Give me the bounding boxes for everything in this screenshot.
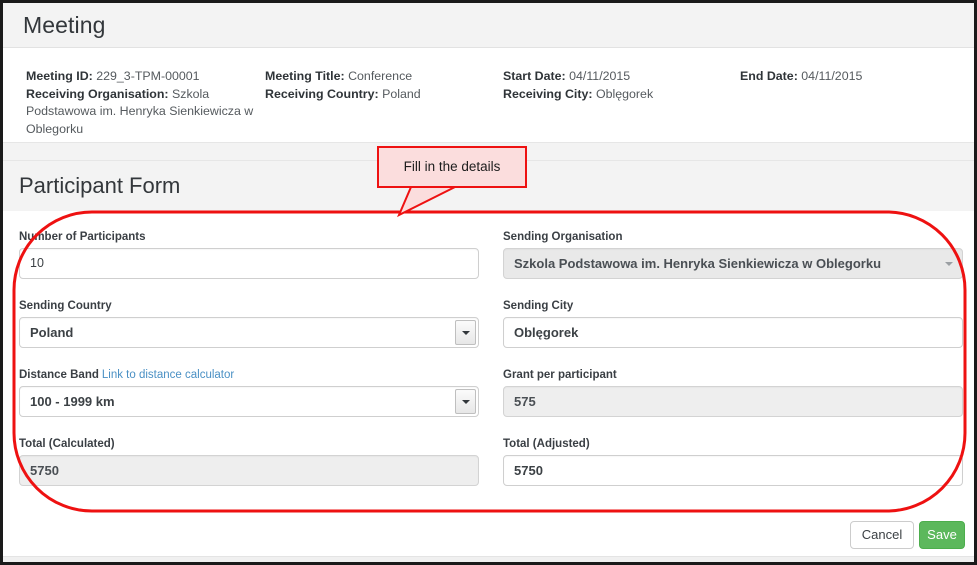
grant-per-participant-input: 575: [503, 386, 963, 417]
callout-text: Fill in the details: [403, 159, 501, 174]
sending-city-input[interactable]: Oblęgorek: [503, 317, 963, 348]
receiving-city-line: Receiving City: Oblęgorek: [503, 86, 733, 104]
receiving-city-value: Oblęgorek: [595, 86, 654, 101]
distance-band-label: Distance Band Link to distance calculator: [19, 368, 479, 382]
chevron-down-icon[interactable]: [455, 389, 476, 414]
field-sending-city: Sending City Oblęgorek: [503, 299, 963, 348]
receiving-city-label: Receiving City:: [503, 86, 593, 101]
start-date-value: 04/11/2015: [569, 69, 631, 83]
number-of-participants-label: Number of Participants: [19, 231, 146, 243]
meeting-info-column-2: Meeting Title: Conference Receiving Coun…: [265, 68, 497, 103]
start-date-label: Start Date:: [503, 69, 566, 83]
chevron-down-icon: [945, 261, 953, 266]
end-date-label: End Date:: [740, 69, 798, 83]
total-adjusted-input[interactable]: 5750: [503, 455, 963, 486]
sending-country-label: Sending Country: [19, 300, 112, 312]
meeting-title-value: Conference: [348, 69, 413, 83]
receiving-organisation-line: Receiving Organisation: Szkola Podstawow…: [26, 86, 254, 139]
receiving-country-line: Receiving Country: Poland: [265, 86, 497, 104]
number-of-participants-input[interactable]: 10: [19, 248, 479, 279]
sending-organisation-select[interactable]: Szkola Podstawowa im. Henryka Sienkiewic…: [503, 248, 963, 279]
meeting-title-label: Meeting Title:: [265, 69, 345, 83]
meeting-id-label: Meeting ID:: [26, 69, 93, 83]
field-sending-country: Sending Country Poland: [19, 299, 479, 348]
field-number-of-participants: Number of Participants 10: [19, 230, 479, 279]
participant-form-body: Number of Participants 10 Sending Organi…: [3, 211, 974, 511]
grant-per-participant-label: Grant per participant: [503, 369, 617, 381]
end-date-line: End Date: 04/11/2015: [740, 68, 965, 86]
meeting-id-value: 229_3-TPM-00001: [96, 69, 200, 83]
field-total-adjusted: Total (Adjusted) 5750: [503, 437, 963, 486]
sending-organisation-label: Sending Organisation: [503, 231, 623, 243]
field-sending-organisation: Sending Organisation Szkola Podstawowa i…: [503, 230, 963, 279]
cancel-button[interactable]: Cancel: [850, 521, 914, 549]
sending-city-label: Sending City: [503, 300, 574, 312]
distance-band-value: 100 - 1999 km: [30, 394, 115, 409]
bottom-strip: [3, 556, 974, 562]
window-title-bar: Meeting: [3, 3, 974, 48]
field-total-calculated: Total (Calculated) 5750: [19, 437, 479, 486]
distance-band-select[interactable]: 100 - 1999 km: [19, 386, 479, 417]
distance-band-label-text: Distance Band: [19, 369, 99, 381]
application-window: Meeting Meeting ID: 229_3-TPM-00001 Rece…: [0, 0, 977, 565]
receiving-country-value: Poland: [382, 86, 421, 101]
meeting-title-line: Meeting Title: Conference: [265, 68, 497, 86]
receiving-organisation-label: Receiving Organisation:: [26, 86, 169, 101]
participant-form-title: Participant Form: [19, 173, 181, 198]
end-date-value: 04/11/2015: [801, 69, 863, 83]
page-title: Meeting: [23, 12, 106, 38]
meeting-info-panel: Meeting ID: 229_3-TPM-00001 Receiving Or…: [3, 49, 974, 142]
meeting-id-line: Meeting ID: 229_3-TPM-00001: [26, 68, 254, 86]
form-footer: Cancel Save: [3, 511, 974, 562]
total-calculated-label: Total (Calculated): [19, 438, 115, 450]
sending-country-value: Poland: [30, 325, 74, 340]
total-calculated-input: 5750: [19, 455, 479, 486]
start-date-line: Start Date: 04/11/2015: [503, 68, 733, 86]
callout-bubble: Fill in the details: [377, 146, 527, 188]
sending-country-select[interactable]: Poland: [19, 317, 479, 348]
field-distance-band: Distance Band Link to distance calculator…: [19, 368, 479, 417]
total-adjusted-label: Total (Adjusted): [503, 438, 590, 450]
field-grant-per-participant: Grant per participant 575: [503, 368, 963, 417]
receiving-country-label: Receiving Country:: [265, 86, 379, 101]
sending-organisation-value: Szkola Podstawowa im. Henryka Sienkiewic…: [514, 256, 882, 271]
meeting-info-column-1: Meeting ID: 229_3-TPM-00001 Receiving Or…: [26, 68, 254, 138]
save-button[interactable]: Save: [919, 521, 965, 549]
distance-calculator-link[interactable]: Link to distance calculator: [102, 369, 234, 381]
meeting-info-column-3: Start Date: 04/11/2015 Receiving City: O…: [503, 68, 733, 103]
meeting-info-column-4: End Date: 04/11/2015: [740, 68, 965, 86]
chevron-down-icon[interactable]: [455, 320, 476, 345]
